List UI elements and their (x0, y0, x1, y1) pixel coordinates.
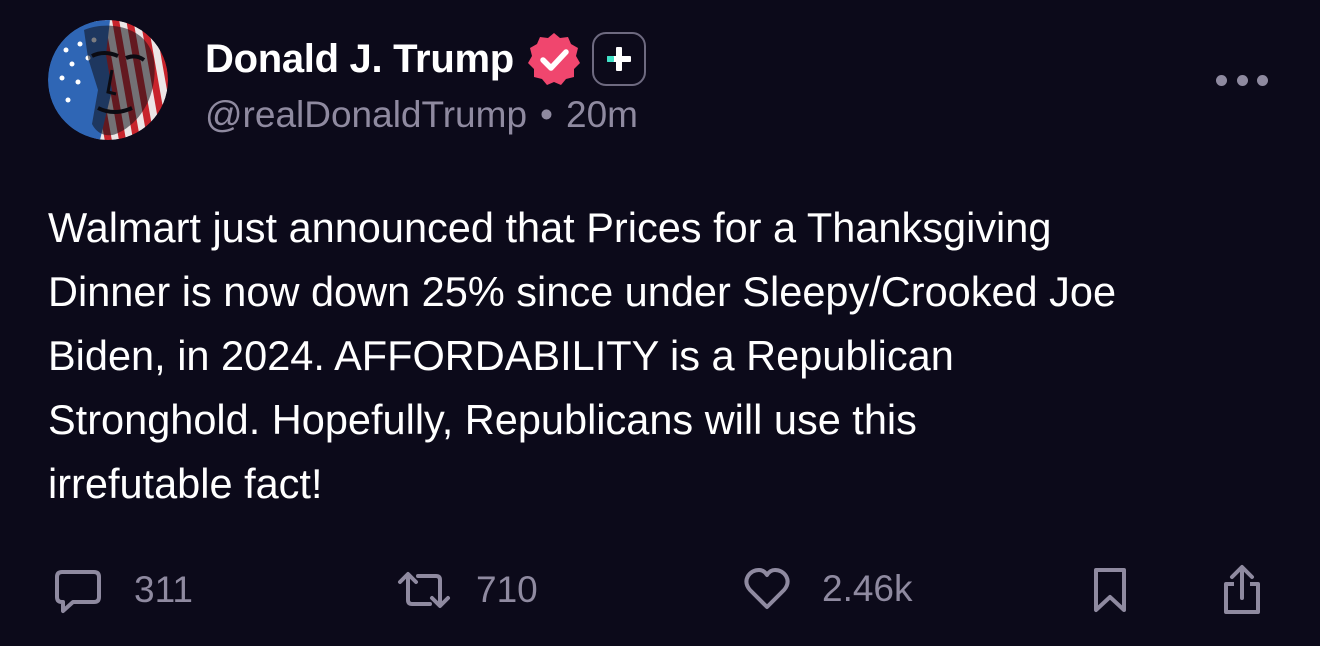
post-body-text: Walmart just announced that Prices for a… (48, 204, 1117, 507)
repost-icon (398, 572, 450, 608)
more-dot-icon (1257, 74, 1268, 86)
share-icon (1224, 565, 1260, 614)
share-button[interactable] (1218, 564, 1266, 618)
repost-count: 710 (476, 569, 538, 610)
repost-button[interactable]: 710 (396, 564, 538, 616)
heart-icon (744, 568, 790, 609)
bookmark-button[interactable] (1090, 564, 1130, 616)
author-avatar[interactable] (48, 20, 168, 140)
like-button[interactable]: 2.46k (742, 564, 913, 614)
author-meta-row: @realDonaldTrump • 20m (205, 94, 638, 136)
reply-count: 311 (134, 569, 193, 610)
meta-separator: • (540, 94, 554, 135)
comment-icon (55, 570, 101, 613)
reply-button[interactable]: 311 (52, 564, 193, 616)
more-dot-icon (1236, 74, 1248, 86)
bookmark-icon (1094, 568, 1126, 612)
author-display-name[interactable]: Donald J. Trump (205, 37, 514, 82)
post-timestamp[interactable]: 20m (566, 94, 638, 136)
like-count: 2.46k (822, 568, 913, 609)
post-actions-bar: 311 710 2.46k (0, 556, 1320, 620)
more-options-button[interactable] (1216, 60, 1268, 100)
post-card: Donald J. Trump @realDonaldTrump • 20m W… (0, 0, 1320, 646)
author-handle[interactable]: @realDonaldTrump (205, 94, 527, 136)
author-name-row: Donald J. Trump (205, 30, 646, 88)
more-dot-icon (1216, 74, 1227, 86)
verified-badge-icon (526, 31, 582, 87)
avatar-image (48, 20, 168, 140)
plus-subscription-badge-icon[interactable] (591, 32, 646, 86)
